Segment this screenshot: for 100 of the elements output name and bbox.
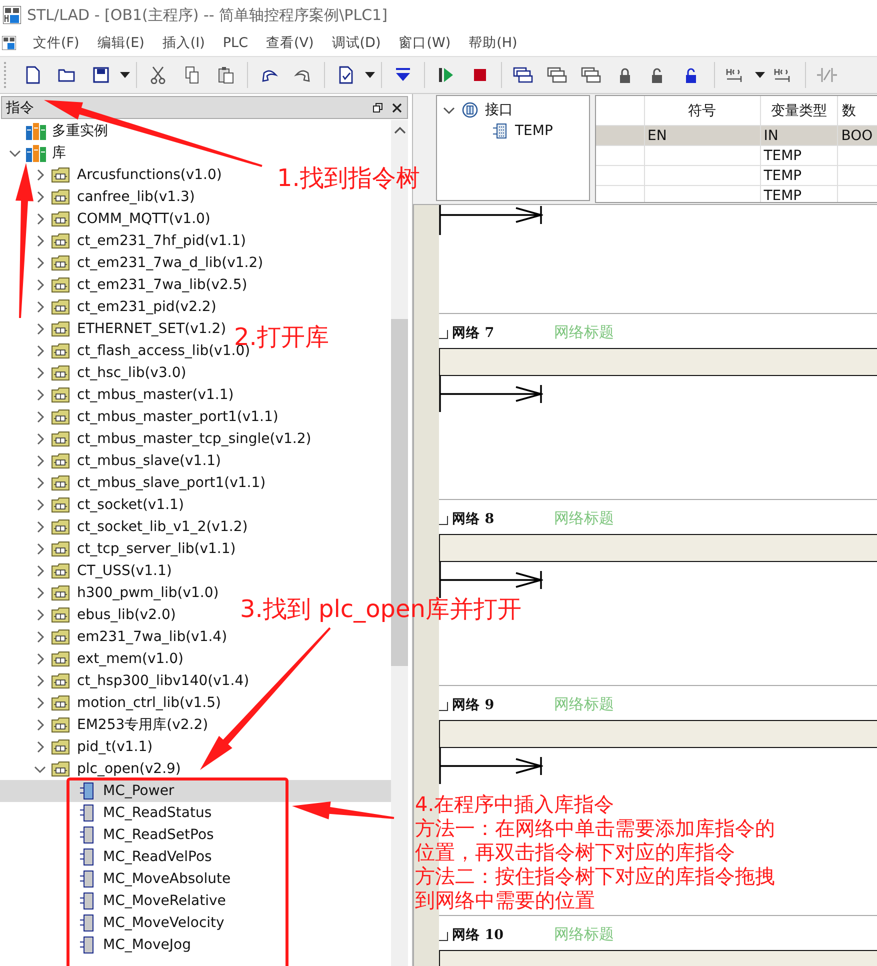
tree-item[interactable]: ct_em231_7hf_pid(v1.1) xyxy=(0,230,250,252)
menu-item[interactable]: 窗口(W) xyxy=(390,34,460,52)
tree-item[interactable]: CT_USS(v1.1) xyxy=(0,560,176,582)
tree-item[interactable]: h300_pwm_lib(v1.0) xyxy=(0,582,223,604)
menu-item[interactable]: PLC xyxy=(214,35,257,51)
tree-item[interactable]: ETHERNET_SET(v1.2) xyxy=(0,318,230,340)
tree-item[interactable]: ct_tcp_server_lib(v1.1) xyxy=(0,538,240,560)
table-cell: TEMP xyxy=(764,168,802,184)
copy-icon[interactable] xyxy=(185,66,199,84)
network-label: 网络 8 xyxy=(452,510,496,528)
function-block-icon xyxy=(80,848,94,866)
paste-icon[interactable] xyxy=(218,66,234,84)
function-block-icon xyxy=(80,914,94,932)
app-icon[interactable] xyxy=(2,36,16,50)
tree-item[interactable]: MC_MoveAbsolute xyxy=(0,868,235,890)
books-icon xyxy=(26,144,46,162)
table-row[interactable]: TEMP xyxy=(596,166,877,186)
dropdown-caret-icon[interactable] xyxy=(755,72,765,78)
tree-item[interactable]: MC_MoveRelative xyxy=(0,890,230,912)
scissors-icon[interactable] xyxy=(150,66,166,84)
function-block-icon xyxy=(80,804,94,822)
open-folder-icon[interactable] xyxy=(58,68,76,82)
app-icon xyxy=(3,6,21,24)
lock-icon[interactable] xyxy=(619,68,631,82)
tree-item[interactable]: ct_mbus_slave(v1.1) xyxy=(0,450,226,472)
library-folder-icon xyxy=(51,497,71,513)
tree-item[interactable]: ct_em231_7wa_lib(v2.5) xyxy=(0,274,252,296)
annotation-text: 位置，再双击指令树下对应的库指令 xyxy=(415,840,735,864)
menu-item[interactable]: 帮助(H) xyxy=(460,34,526,52)
library-folder-icon xyxy=(51,387,71,403)
new-file-icon[interactable] xyxy=(26,66,40,84)
tree-item[interactable]: 接口 xyxy=(485,100,513,118)
tree-item[interactable]: MC_ReadSetPos xyxy=(0,824,218,846)
close-icon[interactable] xyxy=(392,102,402,112)
tree-item[interactable]: 多重实例 xyxy=(0,120,112,142)
tree-item[interactable]: 库 xyxy=(0,142,70,164)
tree-item[interactable]: ct_mbus_slave_port1(v1.1) xyxy=(0,472,270,494)
tree-item[interactable]: MC_MoveJog xyxy=(0,934,195,956)
scroll-up-icon[interactable] xyxy=(394,126,406,134)
restore-icon[interactable] xyxy=(373,102,383,112)
menu-item[interactable]: 插入(I) xyxy=(153,34,214,52)
library-folder-icon xyxy=(51,585,71,601)
tree-item[interactable]: ct_em231_pid(v2.2) xyxy=(0,296,220,318)
tree-item[interactable]: motion_ctrl_lib(v1.5) xyxy=(0,692,225,714)
tree-item[interactable]: ct_socket(v1.1) xyxy=(0,494,188,516)
tree-item[interactable]: canfree_lib(v1.3) xyxy=(0,186,199,208)
collapse-icon[interactable] xyxy=(439,330,448,339)
save-icon[interactable] xyxy=(93,67,109,83)
network-comment-field[interactable] xyxy=(439,534,877,562)
function-block-icon xyxy=(80,826,94,844)
library-folder-icon xyxy=(51,519,71,535)
tree-item[interactable]: TEMP xyxy=(515,122,553,138)
stacked-windows-icon[interactable] xyxy=(581,67,601,83)
tree-item[interactable]: ct_mbus_master_port1(v1.1) xyxy=(0,406,282,428)
network-label: 网络 7 xyxy=(452,324,496,342)
stacked-windows-icon[interactable] xyxy=(513,67,533,83)
dropdown-caret-icon[interactable] xyxy=(120,72,130,78)
menu-item[interactable]: 查看(V) xyxy=(257,34,323,52)
collapse-icon[interactable] xyxy=(439,702,448,711)
tree-item[interactable]: MC_MoveVelocity xyxy=(0,912,228,934)
tree-item[interactable]: MC_Power xyxy=(0,780,391,802)
tree-item[interactable]: COMM_MQTT(v1.0) xyxy=(0,208,214,230)
network-comment-field[interactable] xyxy=(439,720,877,748)
tree-item[interactable]: Arcusfunctions(v1.0) xyxy=(0,164,226,186)
table-row[interactable]: EN IN BOO xyxy=(596,126,877,146)
table-row[interactable]: TEMP xyxy=(596,146,877,166)
tree-item[interactable]: ext_mem(v1.0) xyxy=(0,648,188,670)
library-folder-icon xyxy=(51,475,71,491)
tree-item[interactable]: ebus_lib(v2.0) xyxy=(0,604,180,626)
collapse-icon[interactable] xyxy=(439,932,448,941)
stacked-windows-icon[interactable] xyxy=(547,67,567,83)
collapse-icon[interactable] xyxy=(439,516,448,525)
tree-item[interactable]: ct_em231_7wa_d_lib(v1.2) xyxy=(0,252,268,274)
menu-item[interactable]: 编辑(E) xyxy=(88,34,154,52)
library-folder-icon xyxy=(51,761,71,777)
function-block-icon xyxy=(80,892,94,910)
tree-item[interactable]: ct_mbus_master(v1.1) xyxy=(0,384,238,406)
tree-item[interactable]: ct_socket_lib_v1_2(v1.2) xyxy=(0,516,252,538)
tree-item[interactable]: ct_hsp300_libv140(v1.4) xyxy=(0,670,254,692)
network-label: 网络 9 xyxy=(452,696,496,714)
tree-item[interactable]: MC_ReadStatus xyxy=(0,802,216,824)
tree-item[interactable]: ct_mbus_master_tcp_single(v1.2) xyxy=(0,428,316,450)
network-comment-field[interactable] xyxy=(439,348,877,376)
download-icon[interactable] xyxy=(396,68,410,82)
tree-item[interactable]: pid_t(v1.1) xyxy=(0,736,157,758)
menu-item[interactable]: 文件(F) xyxy=(24,34,88,52)
run-icon[interactable] xyxy=(439,68,453,82)
library-folder-icon xyxy=(51,541,71,557)
dropdown-caret-icon[interactable] xyxy=(365,72,375,78)
library-folder-icon xyxy=(51,739,71,755)
tree-item[interactable]: EM253专用库(v2.2) xyxy=(0,714,212,736)
menu-item[interactable]: 调试(D) xyxy=(322,34,390,52)
tree-item[interactable]: MC_ReadVelPos xyxy=(0,846,216,868)
function-block-icon xyxy=(80,936,94,954)
tree-item[interactable]: em231_7wa_lib(v1.4) xyxy=(0,626,232,648)
check-document-icon[interactable] xyxy=(339,66,353,84)
tree-item[interactable]: plc_open(v2.9) xyxy=(0,758,185,780)
annotation-text: 3.找到 plc_open库并打开 xyxy=(240,594,522,624)
tree-item[interactable]: ct_hsc_lib(v3.0) xyxy=(0,362,190,384)
interface-icon xyxy=(462,102,478,118)
